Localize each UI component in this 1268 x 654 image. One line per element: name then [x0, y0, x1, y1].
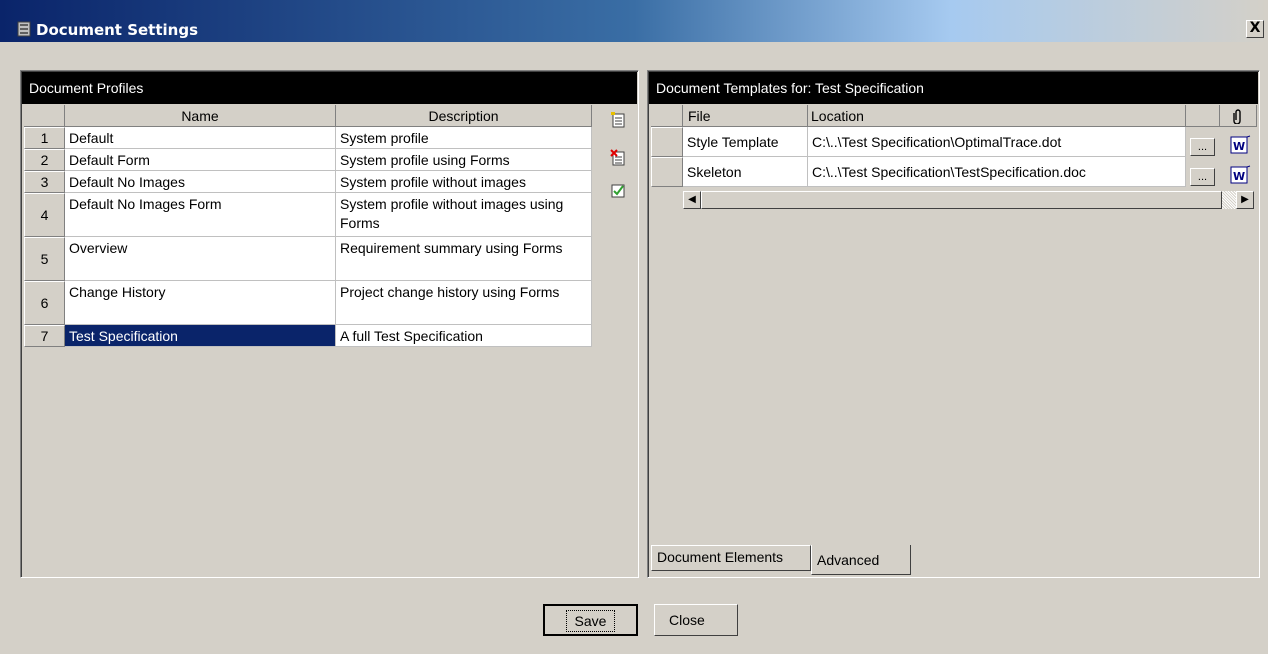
row-number[interactable]: 3	[24, 171, 65, 193]
save-button-label: Save	[565, 610, 616, 632]
templates-col-location-header[interactable]: Location	[808, 105, 1186, 127]
delete-profile-icon[interactable]	[610, 149, 626, 167]
edit-profile-icon[interactable]	[610, 181, 626, 199]
save-button[interactable]: Save	[543, 604, 638, 636]
close-button-label: Close	[669, 612, 705, 628]
browse-button[interactable]: ...	[1190, 138, 1215, 156]
row-number[interactable]: 2	[24, 149, 65, 171]
tab-document-elements[interactable]: Document Elements	[651, 545, 811, 571]
profile-description-cell[interactable]: System profile	[336, 127, 592, 149]
tab-advanced[interactable]: Advanced	[811, 545, 911, 575]
profile-description-cell[interactable]: System profile using Forms	[336, 149, 592, 171]
template-file-cell[interactable]: Skeleton	[683, 157, 808, 187]
title-bar: Document Settings X	[0, 0, 1268, 42]
row-number[interactable]: 5	[24, 237, 65, 281]
close-button[interactable]: Close	[654, 604, 738, 636]
profile-name-cell-selected[interactable]: Test Specification	[65, 325, 336, 347]
row-number[interactable]: 7	[24, 325, 65, 347]
new-profile-icon[interactable]	[610, 111, 626, 129]
templates-panel: Document Templates for: Test Specificati…	[647, 70, 1260, 578]
row-header[interactable]	[651, 157, 683, 187]
profiles-panel: Document Profiles Name Description 1 Def…	[20, 70, 639, 578]
profiles-col-name-header[interactable]: Name	[65, 105, 336, 127]
row-number[interactable]: 6	[24, 281, 65, 325]
word-doc-icon[interactable]: W	[1230, 135, 1252, 155]
templates-col-browse-header	[1186, 105, 1220, 127]
profile-name-cell[interactable]: Overview	[65, 237, 336, 281]
template-location-cell[interactable]: C:\..\Test Specification\OptimalTrace.do…	[808, 127, 1186, 157]
row-number[interactable]: 1	[24, 127, 65, 149]
scroll-right-button[interactable]: ▶	[1236, 191, 1254, 209]
svg-text:W: W	[1233, 140, 1245, 153]
templates-col-file-header[interactable]: File	[683, 105, 808, 127]
paperclip-icon	[1233, 109, 1241, 125]
profile-name-cell[interactable]: Default No Images	[65, 171, 336, 193]
templates-rownum-header	[651, 105, 683, 127]
profile-description-cell[interactable]: System profile without images	[336, 171, 592, 193]
templates-panel-header: Document Templates for: Test Specificati…	[649, 72, 1258, 104]
window-title: Document Settings	[36, 21, 199, 39]
word-doc-icon[interactable]: W	[1230, 165, 1252, 185]
scroll-left-button[interactable]: ◀	[683, 191, 701, 209]
template-file-cell[interactable]: Style Template	[683, 127, 808, 157]
profile-description-cell[interactable]: Project change history using Forms	[336, 281, 592, 325]
svg-text:W: W	[1233, 170, 1245, 183]
profile-description-cell[interactable]: System profile without images using Form…	[336, 193, 592, 237]
profile-name-cell[interactable]: Default No Images Form	[65, 193, 336, 237]
profile-name-cell[interactable]: Change History	[65, 281, 336, 325]
template-location-cell[interactable]: C:\..\Test Specification\TestSpecificati…	[808, 157, 1186, 187]
profile-name-cell[interactable]: Default	[65, 127, 336, 149]
browse-button[interactable]: ...	[1190, 168, 1215, 186]
scroll-thumb[interactable]	[701, 191, 1222, 209]
row-number[interactable]: 4	[24, 193, 65, 237]
profile-description-cell[interactable]: A full Test Specification	[336, 325, 592, 347]
templates-col-attach-header	[1220, 105, 1257, 127]
app-icon	[17, 21, 31, 37]
profile-name-cell[interactable]: Default Form	[65, 149, 336, 171]
profiles-col-description-header[interactable]: Description	[336, 105, 592, 127]
profiles-panel-header: Document Profiles	[22, 72, 637, 104]
profile-description-cell[interactable]: Requirement summary using Forms	[336, 237, 592, 281]
row-header[interactable]	[651, 127, 683, 157]
profiles-rownum-header	[24, 105, 65, 127]
close-window-button[interactable]: X	[1246, 20, 1264, 38]
